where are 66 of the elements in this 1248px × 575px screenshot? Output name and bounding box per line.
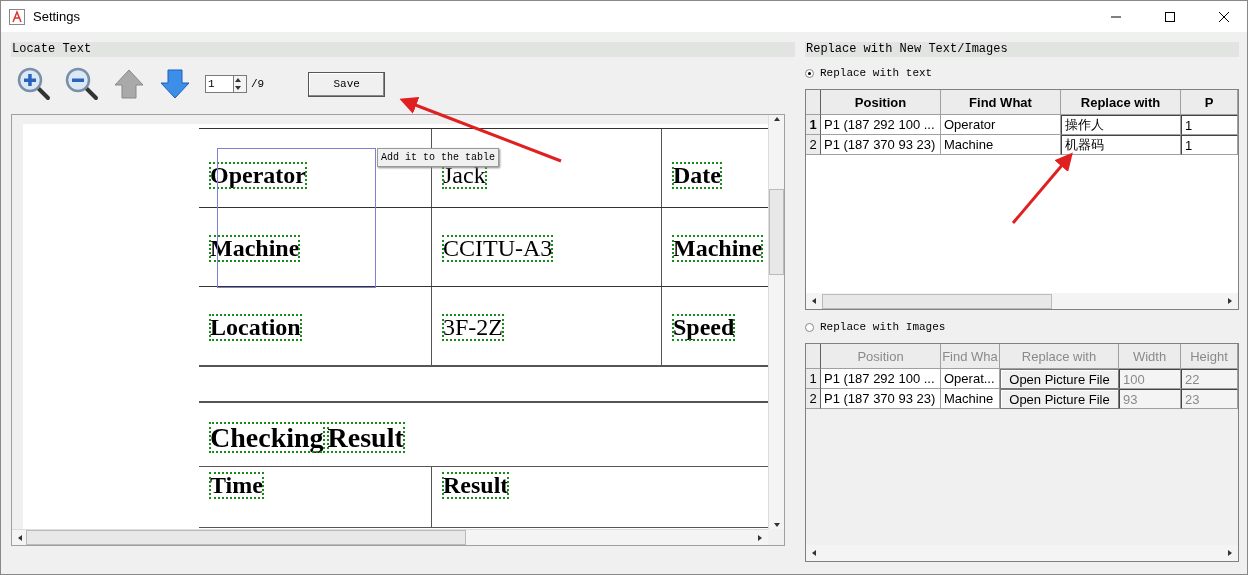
scrollbar-thumb[interactable]	[26, 530, 466, 545]
column-header: Position	[821, 90, 941, 115]
document-text[interactable]: Result	[327, 423, 404, 453]
page-input-field[interactable]: 1	[205, 75, 233, 93]
scroll-up-arrow-icon[interactable]	[772, 115, 781, 123]
column-header: Position	[821, 344, 941, 369]
table-cell: Machine	[941, 135, 1061, 155]
minimize-icon[interactable]	[1111, 15, 1121, 18]
radio-button[interactable]	[805, 322, 814, 332]
scroll-left-arrow-icon[interactable]	[16, 533, 24, 542]
cell-input-field[interactable]: 1	[1181, 115, 1238, 135]
cell-input-field[interactable]: 机器码	[1061, 135, 1181, 155]
document-text[interactable]: Location	[210, 315, 301, 341]
tooltip: Add it to the table	[377, 148, 500, 167]
column-header: Find What	[941, 90, 1061, 115]
document-text[interactable]: Result	[443, 473, 509, 499]
document-text[interactable]: CCITU-A3	[443, 236, 553, 262]
column-header: Replace with	[1000, 344, 1119, 369]
table-cell: P1 (187 370 93 23)	[821, 389, 941, 409]
annotation-arrow	[1011, 152, 1073, 224]
zoom-in-icon[interactable]	[17, 67, 51, 101]
row-header[interactable]: 1	[806, 115, 821, 135]
table-cell: Operat...	[941, 369, 1000, 389]
page-count: /9	[251, 78, 265, 90]
radio-label[interactable]: Replace with text	[820, 67, 933, 79]
scrollbar-thumb[interactable]	[769, 189, 784, 275]
table-cell: Machine	[941, 389, 1000, 409]
table-cell: P1 (187 292 100 ...	[821, 115, 941, 135]
table-cell: P1 (187 370 93 23)	[821, 135, 941, 155]
spin-down-icon[interactable]	[234, 84, 242, 92]
cell-input-field[interactable]: 操作人	[1061, 115, 1181, 135]
window-title: Settings	[33, 9, 81, 24]
section-header: Replace with New Text/Images	[805, 42, 1239, 57]
table-cell: P1 (187 292 100 ...	[821, 369, 941, 389]
column-header: Height	[1181, 344, 1238, 369]
column-header: Find Wha	[941, 344, 1000, 369]
document-text[interactable]: Operator	[210, 163, 306, 189]
scroll-left-arrow-icon[interactable]	[810, 297, 818, 305]
row-header[interactable]: 2	[806, 135, 821, 155]
document-text[interactable]: Machine	[673, 236, 763, 262]
column-header: Replace with	[1061, 90, 1181, 115]
document-text[interactable]: Speed	[673, 315, 735, 341]
document-text[interactable]: 3F-2Z	[443, 315, 503, 341]
document-text[interactable]: Date	[673, 163, 721, 189]
document-text[interactable]: Checking	[210, 423, 324, 453]
app-icon	[9, 8, 25, 25]
section-header: Locate Text	[11, 42, 795, 57]
document-text[interactable]: Machine	[210, 236, 300, 262]
column-header: P	[1181, 90, 1238, 115]
table-cell: Operator	[941, 115, 1061, 135]
down-arrow-icon[interactable]	[159, 68, 191, 100]
scroll-right-arrow-icon[interactable]	[756, 533, 764, 542]
scroll-down-arrow-icon[interactable]	[772, 521, 781, 529]
cell-input-field[interactable]: 1	[1181, 135, 1238, 155]
radio-button[interactable]	[805, 68, 814, 78]
zoom-out-icon[interactable]	[65, 67, 99, 101]
save-button[interactable]: Save	[308, 71, 386, 97]
corner-header	[806, 90, 821, 115]
close-icon[interactable]	[1219, 11, 1229, 22]
maximize-icon[interactable]	[1165, 11, 1175, 22]
spin-up-icon[interactable]	[234, 76, 242, 84]
radio-label[interactable]: Replace with Images	[820, 321, 946, 333]
scroll-right-arrow-icon[interactable]	[1226, 297, 1234, 305]
document-text[interactable]: Time	[210, 473, 263, 499]
column-header: Width	[1119, 344, 1181, 369]
scrollbar-thumb[interactable]	[822, 293, 1052, 309]
